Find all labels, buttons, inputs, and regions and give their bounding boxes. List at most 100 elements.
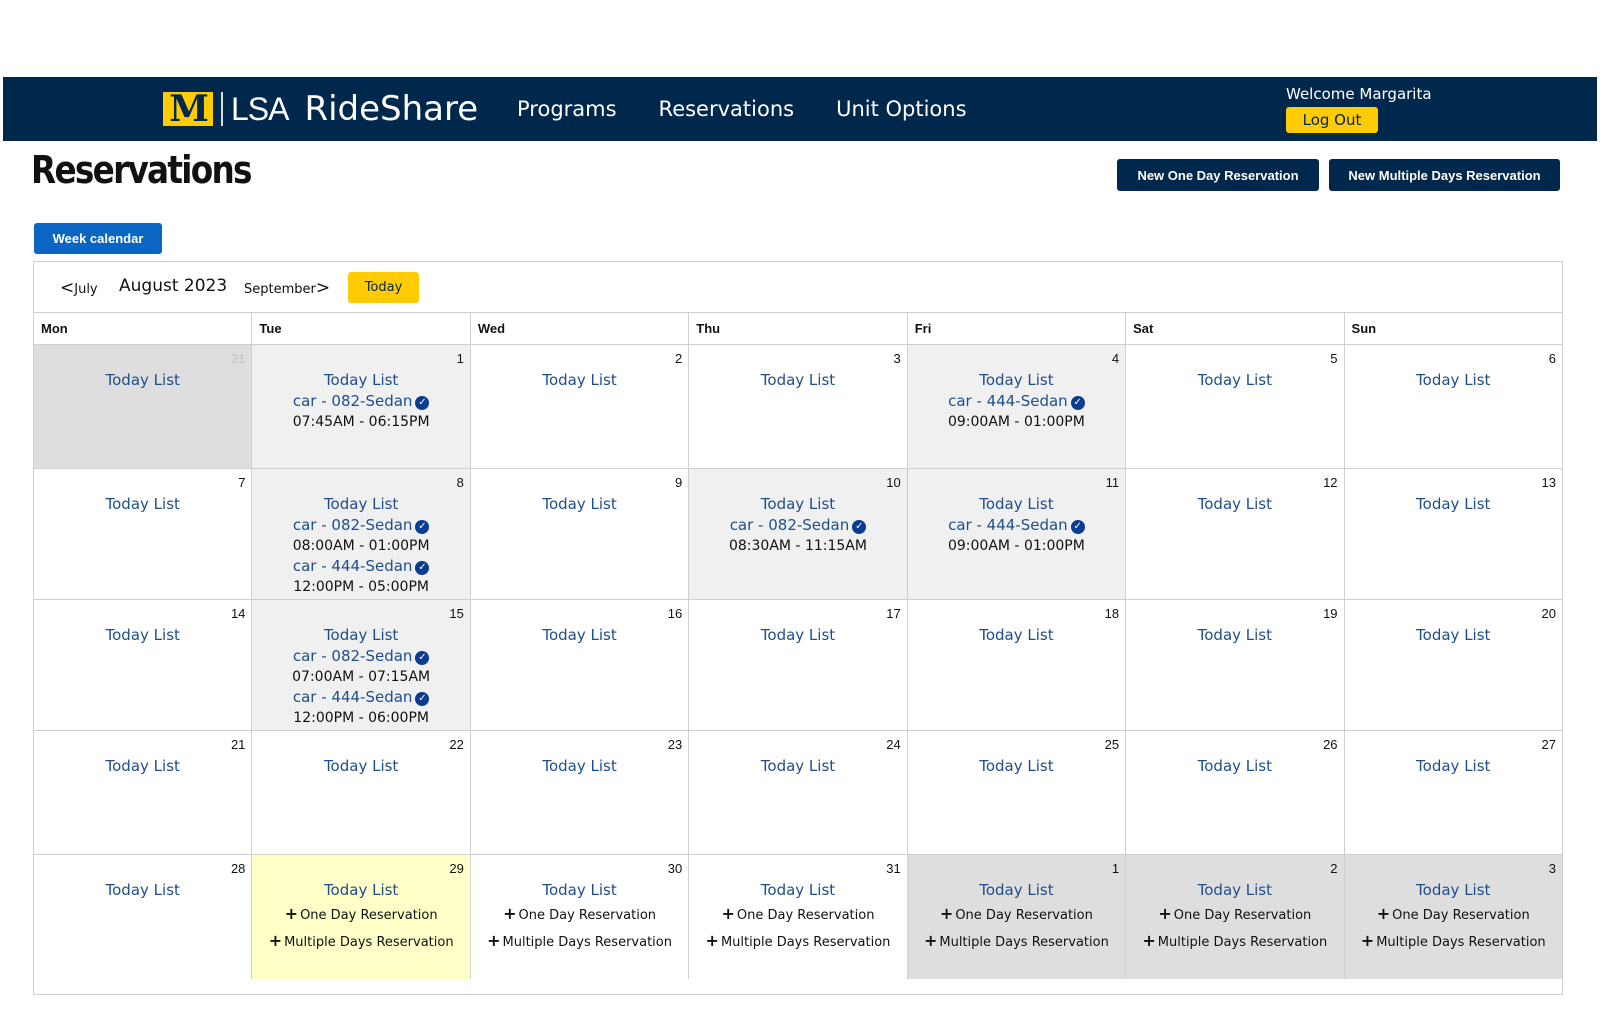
day-cell[interactable]: 9 Today List (470, 469, 690, 599)
brand-logo[interactable]: M LSA RideShare (163, 87, 478, 131)
day-cell[interactable]: 30 Today List + One Day Reservation + Multipl… (470, 855, 690, 979)
add-multiple-days-reservation-link[interactable]: + Multiple Days Reservation (471, 927, 688, 957)
add-one-day-reservation-link[interactable]: + One Day Reservation (908, 903, 1125, 927)
day-cell[interactable]: 22 Today List (252, 731, 471, 854)
day-cell[interactable]: 15 Today List car - 082-Sedan ✓ 07:00AM - 07… (252, 600, 471, 730)
today-list-link[interactable]: Today List (252, 370, 469, 391)
day-cell[interactable]: 21 Today List (34, 731, 253, 854)
today-list-link[interactable]: Today List (34, 494, 251, 515)
today-list-link[interactable]: Today List (471, 756, 688, 777)
nav-programs[interactable]: Programs (517, 97, 617, 121)
today-list-link[interactable]: Today List (471, 880, 688, 901)
day-cell[interactable]: 25 Today List (907, 731, 1127, 854)
day-cell[interactable]: 3 Today List + One Day Reservation + Multiple… (1344, 855, 1562, 979)
today-list-link[interactable]: Today List (1126, 756, 1343, 777)
today-list-link[interactable]: Today List (1345, 625, 1562, 646)
day-cell[interactable]: 2 Today List (470, 345, 690, 468)
day-cell[interactable]: 5 Today List (1126, 345, 1345, 468)
today-list-link[interactable]: Today List (34, 625, 251, 646)
add-multiple-days-reservation-link[interactable]: + Multiple Days Reservation (1345, 927, 1562, 957)
today-list-link[interactable]: Today List (34, 370, 251, 391)
add-one-day-reservation-link[interactable]: + One Day Reservation (1345, 903, 1562, 927)
day-cell[interactable]: 2 Today List + One Day Reservation + Multiple… (1126, 855, 1345, 979)
day-cell[interactable]: 11 Today List car - 444-Sedan ✓ 09:00AM - 01… (907, 469, 1127, 599)
today-list-link[interactable]: Today List (471, 494, 688, 515)
day-cell[interactable]: 1 Today List + One Day Reservation + Multiple… (907, 855, 1127, 979)
today-list-link[interactable]: Today List (908, 625, 1125, 646)
today-list-link[interactable]: Today List (1345, 494, 1562, 515)
add-one-day-reservation-link[interactable]: + One Day Reservation (1126, 903, 1343, 927)
today-list-link[interactable]: Today List (689, 370, 906, 391)
reservation-car-link[interactable]: car - 444-Sedan ✓ (293, 688, 430, 706)
day-cell[interactable]: 14 Today List (34, 600, 253, 730)
today-list-link[interactable]: Today List (1345, 756, 1562, 777)
today-list-link[interactable]: Today List (471, 625, 688, 646)
today-list-link[interactable]: Today List (34, 880, 251, 901)
today-list-link[interactable]: Today List (689, 625, 906, 646)
add-one-day-reservation-link[interactable]: + One Day Reservation (471, 903, 688, 927)
day-cell[interactable]: 18 Today List (907, 600, 1127, 730)
add-multiple-days-reservation-link[interactable]: + Multiple Days Reservation (689, 927, 906, 957)
today-list-link[interactable]: Today List (908, 880, 1125, 901)
day-cell[interactable]: 3 Today List (689, 345, 908, 468)
next-month-link[interactable]: September> (244, 278, 330, 298)
reservation-car-link[interactable]: car - 082-Sedan ✓ (293, 392, 430, 410)
logout-button[interactable]: Log Out (1286, 107, 1378, 133)
add-one-day-reservation-link[interactable]: + One Day Reservation (689, 903, 906, 927)
day-cell[interactable]: 10 Today List car - 082-Sedan ✓ 08:30AM - 11… (689, 469, 908, 599)
reservation-car-link[interactable]: car - 082-Sedan ✓ (293, 516, 430, 534)
today-list-link[interactable]: Today List (1126, 370, 1343, 391)
new-multiple-days-reservation-button[interactable]: New Multiple Days Reservation (1329, 159, 1560, 191)
today-list-link[interactable]: Today List (1126, 880, 1343, 901)
today-list-link[interactable]: Today List (1345, 880, 1562, 901)
reservation-car-link[interactable]: car - 082-Sedan ✓ (293, 647, 430, 665)
add-multiple-days-reservation-link[interactable]: + Multiple Days Reservation (908, 927, 1125, 957)
today-list-link[interactable]: Today List (252, 625, 469, 646)
day-cell[interactable]: 16 Today List (470, 600, 690, 730)
add-one-day-reservation-link[interactable]: + One Day Reservation (252, 903, 469, 927)
reservation-car-link[interactable]: car - 082-Sedan ✓ (730, 516, 867, 534)
add-multiple-days-reservation-link[interactable]: + Multiple Days Reservation (1126, 927, 1343, 957)
day-cell[interactable]: 28 Today List (34, 855, 253, 979)
today-list-link[interactable]: Today List (1126, 494, 1343, 515)
day-cell[interactable]: 20 Today List (1344, 600, 1562, 730)
today-list-link[interactable]: Today List (1126, 625, 1343, 646)
today-list-link[interactable]: Today List (908, 494, 1125, 515)
today-list-link[interactable]: Today List (252, 880, 469, 901)
day-cell[interactable]: 8 Today List car - 082-Sedan ✓ 08:00AM - 01:… (252, 469, 471, 599)
reservation-car-link[interactable]: car - 444-Sedan ✓ (948, 516, 1085, 534)
today-list-link[interactable]: Today List (252, 756, 469, 777)
today-list-link[interactable]: Today List (689, 756, 906, 777)
day-cell[interactable]: 24 Today List (689, 731, 908, 854)
week-calendar-button[interactable]: Week calendar (34, 223, 162, 254)
today-list-link[interactable]: Today List (252, 494, 469, 515)
today-list-link[interactable]: Today List (1345, 370, 1562, 391)
today-button[interactable]: Today (348, 272, 419, 303)
today-list-link[interactable]: Today List (908, 370, 1125, 391)
day-cell[interactable]: 13 Today List (1344, 469, 1562, 599)
add-multiple-days-reservation-link[interactable]: + Multiple Days Reservation (252, 927, 469, 957)
day-cell[interactable]: 26 Today List (1126, 731, 1345, 854)
today-list-link[interactable]: Today List (471, 370, 688, 391)
today-list-link[interactable]: Today List (689, 880, 906, 901)
day-cell[interactable]: 19 Today List (1126, 600, 1345, 730)
nav-reservations[interactable]: Reservations (659, 97, 795, 121)
today-list-link[interactable]: Today List (34, 756, 251, 777)
nav-unit-options[interactable]: Unit Options (836, 97, 966, 121)
reservation-car-link[interactable]: car - 444-Sedan ✓ (948, 392, 1085, 410)
day-cell[interactable]: 31 Today List (34, 345, 253, 468)
day-cell[interactable]: 7 Today List (34, 469, 253, 599)
day-cell[interactable]: 29 Today List + One Day Reservation + Multipl… (252, 855, 471, 979)
new-one-day-reservation-button[interactable]: New One Day Reservation (1117, 159, 1319, 191)
day-cell[interactable]: 23 Today List (470, 731, 690, 854)
reservation-car-link[interactable]: car - 444-Sedan ✓ (293, 557, 430, 575)
day-cell[interactable]: 6 Today List (1344, 345, 1562, 468)
day-cell[interactable]: 12 Today List (1126, 469, 1345, 599)
day-cell[interactable]: 17 Today List (689, 600, 908, 730)
day-cell[interactable]: 27 Today List (1344, 731, 1562, 854)
today-list-link[interactable]: Today List (689, 494, 906, 515)
day-cell[interactable]: 31 Today List + One Day Reservation + Multipl… (689, 855, 908, 979)
day-cell[interactable]: 1 Today List car - 082-Sedan ✓ 07:45AM - 06:… (252, 345, 471, 468)
today-list-link[interactable]: Today List (908, 756, 1125, 777)
day-cell[interactable]: 4 Today List car - 444-Sedan ✓ 09:00AM - 01:… (907, 345, 1127, 468)
